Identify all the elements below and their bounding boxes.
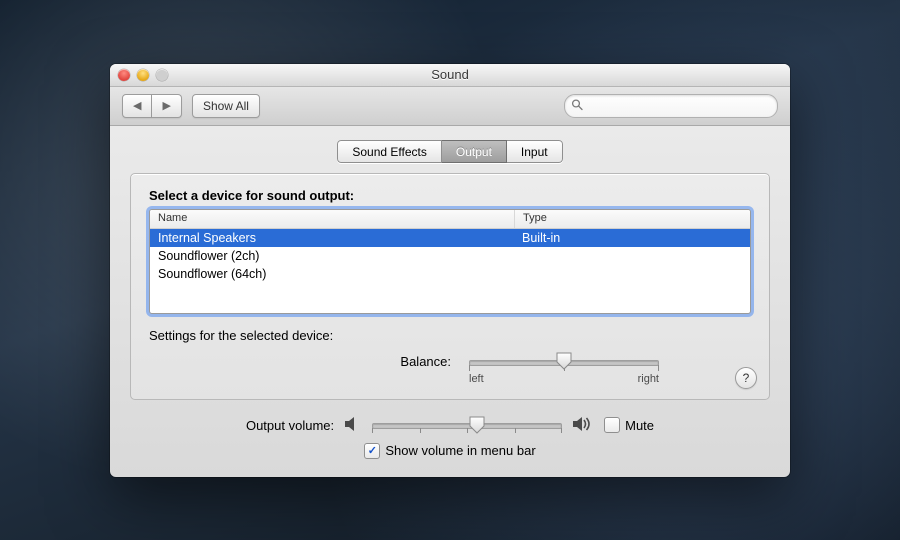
balance-left-label: left — [469, 373, 484, 385]
device-type — [514, 255, 750, 257]
tab-input[interactable]: Input — [507, 140, 563, 163]
device-name: Soundflower (64ch) — [150, 266, 514, 282]
column-name[interactable]: Name — [150, 210, 515, 228]
search-field[interactable] — [564, 94, 778, 118]
mute-checkbox[interactable]: Mute — [604, 417, 654, 433]
balance-control: Balance: left right — [149, 353, 751, 385]
show-in-menubar-label: Show volume in menu bar — [385, 443, 535, 458]
settings-for-device-label: Settings for the selected device: — [149, 328, 751, 343]
select-device-heading: Select a device for sound output: — [149, 188, 751, 203]
forward-button[interactable]: ▶ — [152, 94, 181, 118]
table-row[interactable]: Soundflower (64ch) — [150, 265, 750, 283]
back-button[interactable]: ◀ — [122, 94, 152, 118]
slider-thumb-icon[interactable] — [469, 416, 485, 434]
show-in-menubar-checkbox[interactable]: ✓ Show volume in menu bar — [364, 443, 535, 459]
device-type — [514, 273, 750, 275]
nav-back-forward: ◀ ▶ — [122, 94, 182, 118]
checkbox-icon — [604, 417, 620, 433]
output-volume-label: Output volume: — [246, 418, 334, 433]
table-row[interactable]: Internal Speakers Built-in — [150, 229, 750, 247]
balance-slider[interactable] — [469, 353, 659, 369]
device-name: Soundflower (2ch) — [150, 248, 514, 264]
help-button[interactable]: ? — [735, 367, 757, 389]
device-type: Built-in — [514, 230, 750, 246]
volume-section: Output volume: — [130, 416, 770, 459]
output-panel: Select a device for sound output: Name T… — [130, 173, 770, 400]
window-body: Sound Effects Output Input Select a devi… — [110, 126, 790, 477]
table-header: Name Type — [150, 210, 750, 229]
tab-bar: Sound Effects Output Input — [130, 140, 770, 163]
table-row[interactable] — [150, 283, 750, 301]
tab-output[interactable]: Output — [442, 140, 507, 163]
speaker-low-icon — [344, 416, 362, 435]
balance-right-label: right — [638, 373, 659, 385]
window-title: Sound — [110, 67, 790, 82]
titlebar[interactable]: Sound — [110, 64, 790, 87]
tab-sound-effects[interactable]: Sound Effects — [337, 140, 442, 163]
table-row[interactable]: Soundflower (2ch) — [150, 247, 750, 265]
checkbox-icon: ✓ — [364, 443, 380, 459]
chevron-left-icon: ◀ — [133, 99, 141, 112]
balance-label: Balance: — [241, 353, 451, 369]
sound-preferences-window: Sound ◀ ▶ Show All Sound Effects Output … — [110, 64, 790, 477]
column-type[interactable]: Type — [515, 210, 750, 228]
device-name: Internal Speakers — [150, 230, 514, 246]
show-all-button[interactable]: Show All — [192, 94, 260, 118]
toolbar: ◀ ▶ Show All — [110, 87, 790, 126]
mute-label: Mute — [625, 418, 654, 433]
search-input[interactable] — [564, 94, 778, 118]
speaker-high-icon — [572, 416, 594, 435]
search-icon — [571, 98, 583, 113]
output-volume-slider[interactable] — [372, 417, 562, 433]
slider-thumb-icon[interactable] — [556, 352, 572, 370]
device-table[interactable]: Name Type Internal Speakers Built-in Sou… — [149, 209, 751, 314]
chevron-right-icon: ▶ — [162, 99, 170, 112]
